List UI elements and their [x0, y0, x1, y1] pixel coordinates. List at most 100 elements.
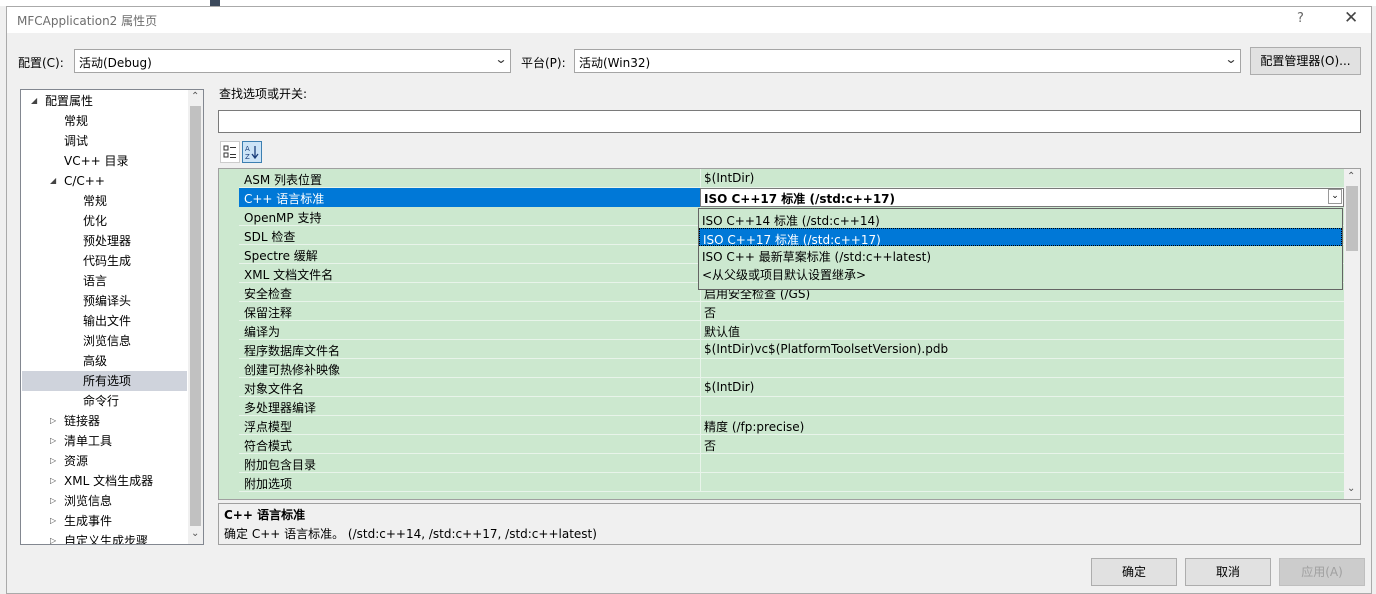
- tree-item[interactable]: ◢ 配置属性: [22, 91, 187, 111]
- tree-item[interactable]: ▷ 资源: [22, 451, 187, 471]
- dropdown-option[interactable]: <从父级或项目默认设置继承>: [699, 264, 1342, 282]
- scroll-down-icon[interactable]: ⌄: [191, 528, 199, 539]
- column-separator: [700, 378, 701, 397]
- tree-item[interactable]: ▷ 浏览信息: [22, 491, 187, 511]
- config-manager-button[interactable]: 配置管理器(O)...: [1250, 47, 1361, 75]
- tree-item-label: 代码生成: [83, 254, 132, 268]
- property-row[interactable]: 符合模式 否: [239, 435, 1344, 454]
- column-separator: [700, 359, 701, 378]
- property-tree: ◢ 配置属性 常规 调试 VC++ 目录 ◢ C/C++ 常规 优化 预处理器 代码生成 语言 预编译头…: [20, 89, 204, 545]
- property-row[interactable]: 对象文件名 $(IntDir): [239, 378, 1344, 397]
- property-row[interactable]: 多处理器编译: [239, 397, 1344, 416]
- tree-item[interactable]: 优化: [22, 211, 187, 231]
- tree-item[interactable]: 预编译头: [22, 291, 187, 311]
- tree-item-label: 预编译头: [83, 294, 132, 308]
- tree-scrollbar[interactable]: ⌃ ⌄: [188, 90, 203, 544]
- collapsed-arrow-icon[interactable]: ▷: [50, 531, 56, 544]
- tree-item[interactable]: ▷ 生成事件: [22, 511, 187, 531]
- config-dropdown[interactable]: 活动(Debug) ⌄: [74, 49, 511, 73]
- column-separator: [700, 397, 701, 416]
- property-row[interactable]: 保留注释 否: [239, 302, 1344, 321]
- scroll-thumb[interactable]: [1346, 186, 1358, 251]
- collapsed-arrow-icon[interactable]: ▷: [50, 491, 56, 511]
- property-row[interactable]: C++ 语言标准 ISO C++17 标准 (/std:c++17) ⌄: [239, 188, 1344, 207]
- property-value: 否: [704, 306, 717, 320]
- property-row[interactable]: 浮点模型 精度 (/fp:precise): [239, 416, 1344, 435]
- tree-item[interactable]: 常规: [22, 191, 187, 211]
- tree-item[interactable]: VC++ 目录: [22, 151, 187, 171]
- tree-item[interactable]: ▷ 自定义生成步骤: [22, 531, 187, 544]
- property-row[interactable]: 程序数据库文件名 $(IntDir)vc$(PlatformToolsetVers…: [239, 340, 1344, 359]
- categorized-button[interactable]: [220, 141, 240, 163]
- tree-item[interactable]: 高级: [22, 351, 187, 371]
- collapsed-arrow-icon[interactable]: ▷: [50, 411, 56, 431]
- search-input[interactable]: [218, 110, 1361, 133]
- property-value: 默认值: [704, 325, 741, 339]
- help-button[interactable]: ?: [1297, 11, 1304, 26]
- apply-button[interactable]: 应用(A): [1279, 558, 1365, 586]
- svg-text:Z: Z: [245, 153, 250, 160]
- property-value: $(IntDir): [704, 171, 755, 185]
- property-value: $(IntDir)vc$(PlatformToolsetVersion).pdb: [704, 342, 949, 356]
- scroll-up-icon[interactable]: ⌃: [191, 91, 199, 102]
- tree-item[interactable]: ◢ C/C++: [22, 171, 187, 191]
- ok-button[interactable]: 确定: [1091, 558, 1177, 586]
- property-pages-dialog: MFCApplication2 属性页 ? ✕ 配置(C): 活动(Debug)…: [6, 6, 1372, 594]
- collapsed-arrow-icon[interactable]: ▷: [50, 471, 56, 491]
- tree-item[interactable]: ▷ 链接器: [22, 411, 187, 431]
- dropdown-option[interactable]: ISO C++17 标准 (/std:c++17): [699, 228, 1342, 247]
- alphabetical-button[interactable]: A Z: [242, 141, 262, 163]
- property-name: OpenMP 支持: [244, 211, 322, 225]
- search-label: 查找选项或开关:: [219, 87, 308, 101]
- property-row[interactable]: 编译为 默认值: [239, 321, 1344, 340]
- property-name: 附加包含目录: [244, 458, 317, 472]
- tree-item-label: XML 文档生成器: [64, 474, 154, 488]
- cancel-button[interactable]: 取消: [1185, 558, 1271, 586]
- column-separator: [700, 473, 701, 492]
- property-row[interactable]: 创建可热修补映像: [239, 359, 1344, 378]
- property-row[interactable]: 附加包含目录: [239, 454, 1344, 473]
- tree-item-label: 生成事件: [64, 514, 113, 528]
- platform-dropdown[interactable]: 活动(Win32) ⌄: [574, 49, 1241, 73]
- tree-item[interactable]: 预处理器: [22, 231, 187, 251]
- tree-item[interactable]: 所有选项: [22, 371, 187, 391]
- tree-item[interactable]: 语言: [22, 271, 187, 291]
- tree-item-label: 命令行: [83, 394, 120, 408]
- column-separator: [700, 435, 701, 454]
- scroll-up-icon[interactable]: ⌃: [1347, 171, 1355, 182]
- expanded-arrow-icon[interactable]: ◢: [31, 91, 37, 111]
- chevron-down-icon[interactable]: ⌄: [1328, 189, 1342, 204]
- tree-item[interactable]: 常规: [22, 111, 187, 131]
- property-value: $(IntDir): [704, 380, 755, 394]
- tree-item-label: C/C++: [64, 174, 105, 188]
- collapsed-arrow-icon[interactable]: ▷: [50, 451, 56, 471]
- cancel-label: 取消: [1215, 565, 1240, 579]
- property-name: 安全检查: [244, 287, 293, 301]
- property-name: XML 文档文件名: [244, 268, 334, 282]
- collapsed-arrow-icon[interactable]: ▷: [50, 431, 56, 451]
- property-row[interactable]: ASM 列表位置 $(IntDir): [239, 169, 1344, 188]
- property-row[interactable]: 附加选项: [239, 473, 1344, 492]
- dropdown-option[interactable]: ISO C++ 最新草案标准 (/std:c++latest): [699, 246, 1342, 264]
- tree-item[interactable]: 代码生成: [22, 251, 187, 271]
- scroll-down-icon[interactable]: ⌄: [1347, 483, 1355, 494]
- collapsed-arrow-icon[interactable]: ▷: [50, 511, 56, 531]
- dropdown-option[interactable]: ISO C++14 标准 (/std:c++14): [699, 210, 1342, 228]
- tree-item[interactable]: ▷ 清单工具: [22, 431, 187, 451]
- grid-scrollbar[interactable]: ⌃ ⌄: [1344, 169, 1360, 499]
- tree-item[interactable]: 调试: [22, 131, 187, 151]
- property-name: 保留注释: [244, 306, 293, 320]
- scroll-thumb[interactable]: [190, 106, 201, 526]
- expanded-arrow-icon[interactable]: ◢: [50, 171, 56, 191]
- tree-item-label: 配置属性: [45, 94, 94, 108]
- tree-item-label: 浏览信息: [83, 334, 132, 348]
- tree-item[interactable]: 输出文件: [22, 311, 187, 331]
- tree-item[interactable]: 命令行: [22, 391, 187, 411]
- tree-item[interactable]: ▷ XML 文档生成器: [22, 471, 187, 491]
- close-button[interactable]: ✕: [1344, 8, 1358, 28]
- dropdown-option-label: <从父级或项目默认设置继承>: [702, 268, 867, 282]
- config-label: 配置(C):: [18, 56, 64, 70]
- property-name: 对象文件名: [244, 382, 305, 396]
- tree-item[interactable]: 浏览信息: [22, 331, 187, 351]
- column-separator: [700, 340, 701, 359]
